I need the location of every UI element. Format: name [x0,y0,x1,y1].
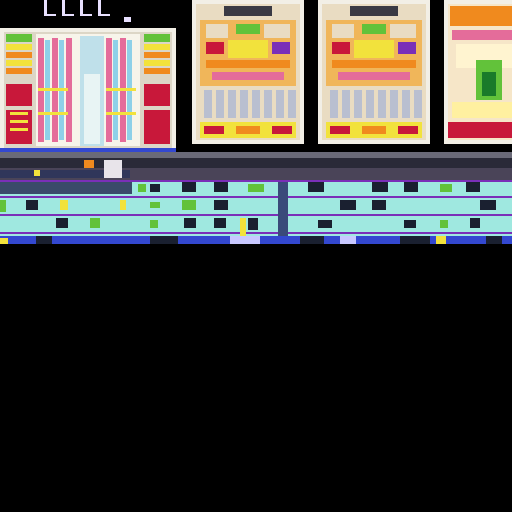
cell-array [0,182,512,244]
top-pad [124,17,131,22]
dark-region [0,244,512,512]
die-block-left [0,28,176,152]
die-block-right [318,0,430,144]
die-block-center [192,0,304,144]
photo [0,0,512,512]
die-block-edge [444,0,512,144]
horizontal-bus [0,152,512,182]
